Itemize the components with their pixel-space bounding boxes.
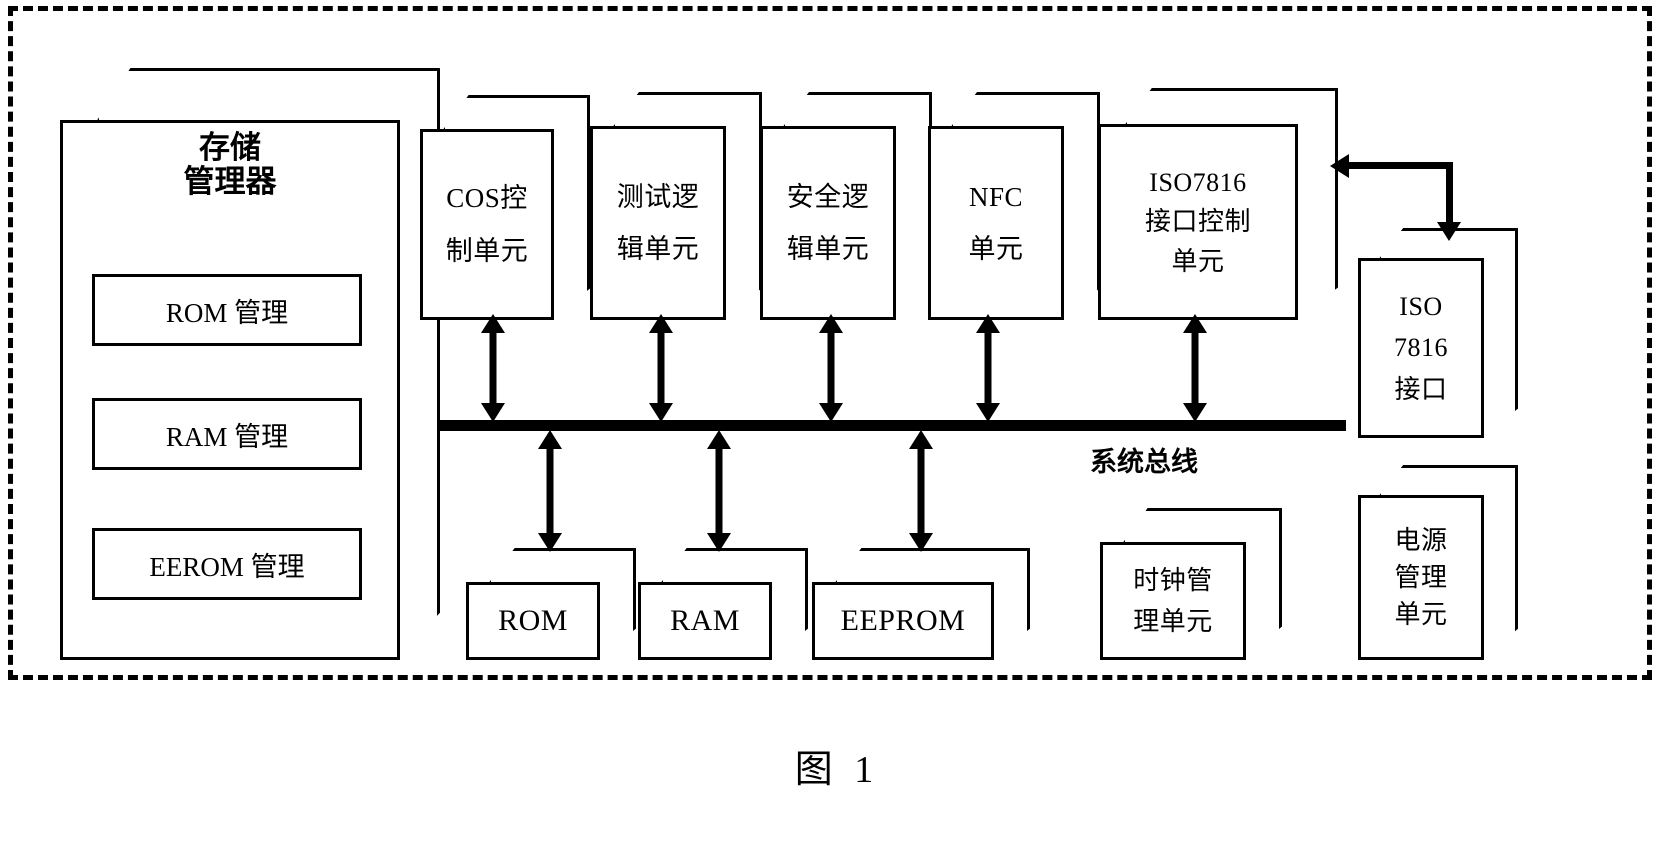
arrow-security-logic-to-bus-shaft <box>827 328 835 408</box>
arrow-bus-to-rom-head-down <box>538 533 562 552</box>
cos-control-unit-label-line-2: 制单元 <box>445 235 529 266</box>
eeprom-memory-front-face: EEPROM <box>812 582 994 660</box>
iso7816-interface-control-unit-label-line-2: 接口控制 <box>1144 207 1251 237</box>
arrow-iso7816-control-to-interface-v-shaft <box>1446 162 1453 224</box>
arrow-iso7816-control-to-interface <box>1330 150 1470 246</box>
cos-control-unit-label-line-1: COS控 <box>446 183 528 214</box>
security-logic-unit-front-face: 安全逻 辑单元 <box>760 126 896 320</box>
cos-control-unit-box[interactable]: COS控 制单元 <box>420 95 590 320</box>
power-management-unit-box[interactable]: 电源 管理 单元 <box>1358 465 1518 660</box>
cos-control-unit-label: COS控 制单元 <box>446 183 529 265</box>
memory-manager-title: 存储 管理器 <box>183 130 277 200</box>
figure-caption: 图 1 <box>794 749 880 791</box>
iso7816-interface-side-face <box>1480 228 1518 438</box>
arrow-iso7816-control-to-bus-shaft <box>1191 328 1199 408</box>
clock-management-unit-label-line-1: 时钟管 <box>1133 565 1213 595</box>
ram-memory-front-face: RAM <box>638 582 772 660</box>
test-logic-unit-box[interactable]: 测试逻 辑单元 <box>590 92 762 320</box>
iso7816-interface-control-unit-label-line-1: ISO7816 <box>1149 168 1247 198</box>
arrow-cos-to-bus <box>480 314 506 422</box>
nfc-unit-label: NFC 单元 <box>969 182 1024 264</box>
clock-management-unit-label-line-2: 理单元 <box>1133 607 1213 636</box>
arrow-bus-to-ram-shaft <box>715 444 723 538</box>
test-logic-unit-label-line-2: 辑单元 <box>616 234 700 264</box>
arrow-bus-to-ram <box>706 430 732 552</box>
security-logic-unit-side-face <box>892 92 932 320</box>
iso7816-interface-control-unit-label-line-3: 单元 <box>1171 246 1225 276</box>
security-logic-unit-label: 安全逻 辑单元 <box>787 182 870 264</box>
memory-manager-submodule-rom[interactable]: ROM 管理 <box>92 274 362 346</box>
memory-manager-top-face <box>96 68 440 122</box>
rom-memory-label: ROM <box>498 604 568 638</box>
memory-manager-submodule-eerom-label: EEROM 管理 <box>149 551 305 582</box>
power-management-unit-label: 电源 管理 单元 <box>1394 526 1447 629</box>
arrow-bus-to-eeprom-head-down <box>909 533 933 552</box>
clock-management-unit-front-face: 时钟管 理单元 <box>1100 542 1246 660</box>
iso7816-interface-front-face: ISO 7816 接口 <box>1358 258 1484 438</box>
memory-manager-box: 存储 管理器 ROM 管理 RAM 管理 EEROM 管理 <box>60 68 440 660</box>
nfc-unit-side-face <box>1060 92 1100 320</box>
arrow-bus-to-eeprom-shaft <box>917 444 925 538</box>
nfc-unit-label-line-1: NFC <box>968 181 1024 212</box>
arrow-security-logic-to-bus <box>818 314 844 422</box>
iso7816-interface-label-line-1: ISO <box>1399 292 1443 322</box>
memory-manager-title-line-2: 管理器 <box>183 164 277 200</box>
rom-memory-box[interactable]: ROM <box>466 548 636 660</box>
system-bus <box>440 420 1346 431</box>
power-management-unit-label-line-1: 电源 <box>1394 525 1448 555</box>
cos-control-unit-side-face <box>550 95 590 320</box>
memory-manager-title-line-1: 存储 <box>199 130 261 165</box>
arrow-cos-to-bus-shaft <box>489 328 497 408</box>
memory-manager-submodule-rom-label: ROM 管理 <box>165 297 289 328</box>
test-logic-unit-label-line-1: 测试逻 <box>616 181 700 212</box>
security-logic-unit-box[interactable]: 安全逻 辑单元 <box>760 92 932 320</box>
figure-canvas: 存储 管理器 ROM 管理 RAM 管理 EEROM 管理 COS控 制单元 测… <box>0 0 1674 842</box>
eeprom-memory-box[interactable]: EEPROM <box>812 548 1030 660</box>
power-management-unit-side-face <box>1480 465 1518 660</box>
nfc-unit-label-line-2: 单元 <box>968 234 1024 264</box>
arrow-test-logic-to-bus <box>648 314 674 422</box>
iso7816-interface-control-unit-box[interactable]: ISO7816 接口控制 单元 <box>1098 88 1338 320</box>
power-management-unit-label-line-3: 单元 <box>1394 600 1448 630</box>
ram-memory-label: RAM <box>670 604 740 638</box>
arrow-iso7816-control-to-interface-head-down <box>1437 222 1461 241</box>
iso7816-interface-control-unit-front-face: ISO7816 接口控制 单元 <box>1098 124 1298 320</box>
security-logic-unit-label-line-1: 安全逻 <box>786 181 870 212</box>
nfc-unit-box[interactable]: NFC 单元 <box>928 92 1100 320</box>
memory-manager-submodule-ram-label: RAM 管理 <box>165 421 289 452</box>
rom-memory-front-face: ROM <box>466 582 600 660</box>
iso7816-interface-label-line-3: 接口 <box>1394 374 1448 404</box>
iso7816-interface-box[interactable]: ISO 7816 接口 <box>1358 228 1518 438</box>
memory-manager-submodule-eerom[interactable]: EEROM 管理 <box>92 528 362 600</box>
arrow-bus-to-eeprom <box>908 430 934 552</box>
arrow-bus-to-ram-head-down <box>707 533 731 552</box>
ram-memory-box[interactable]: RAM <box>638 548 808 660</box>
arrow-test-logic-to-bus-shaft <box>657 328 665 408</box>
arrow-iso7816-control-to-interface-h-shaft <box>1347 162 1453 169</box>
arrow-bus-to-rom-shaft <box>546 444 554 538</box>
test-logic-unit-side-face <box>722 92 762 320</box>
arrow-nfc-to-bus-shaft <box>984 328 992 408</box>
clock-management-unit-label: 时钟管 理单元 <box>1133 566 1213 636</box>
power-management-unit-front-face: 电源 管理 单元 <box>1358 495 1484 660</box>
memory-manager-submodule-ram[interactable]: RAM 管理 <box>92 398 362 470</box>
security-logic-unit-label-line-2: 辑单元 <box>786 234 870 264</box>
power-management-unit-label-line-2: 管理 <box>1394 562 1448 592</box>
clock-management-unit-box[interactable]: 时钟管 理单元 <box>1100 508 1282 660</box>
nfc-unit-front-face: NFC 单元 <box>928 126 1064 320</box>
system-bus-label: 系统总线 <box>1090 447 1198 477</box>
iso7816-interface-label-line-2: 7816 <box>1394 333 1448 363</box>
arrow-bus-to-rom <box>537 430 563 552</box>
test-logic-unit-label: 测试逻 辑单元 <box>617 182 700 264</box>
iso7816-interface-control-unit-label: ISO7816 接口控制 单元 <box>1145 168 1251 275</box>
arrow-nfc-to-bus <box>975 314 1001 422</box>
test-logic-unit-front-face: 测试逻 辑单元 <box>590 126 726 320</box>
arrow-iso7816-control-to-bus <box>1182 314 1208 422</box>
eeprom-memory-label: EEPROM <box>840 604 966 638</box>
iso7816-interface-label: ISO 7816 接口 <box>1394 292 1448 403</box>
cos-control-unit-front-face: COS控 制单元 <box>420 129 554 320</box>
